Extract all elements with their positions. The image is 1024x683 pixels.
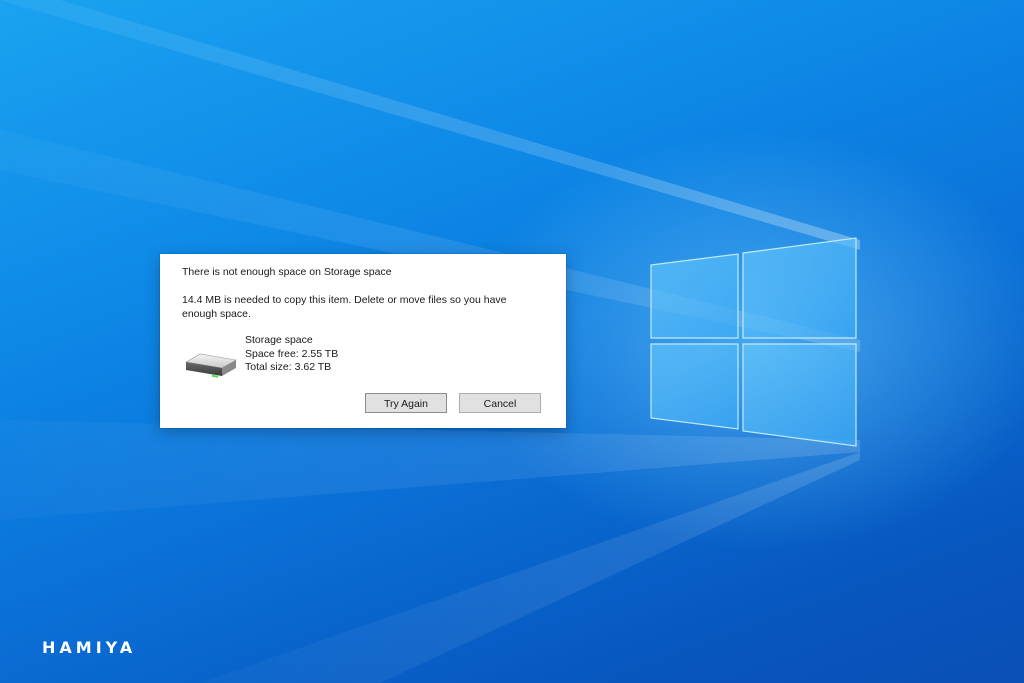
drive-info: Storage space Space free: 2.55 TB Total … xyxy=(245,334,338,375)
drive-name: Storage space xyxy=(245,334,313,346)
total-size: Total size: 3.62 TB xyxy=(245,361,332,373)
hamiya-watermark: HAMIYA xyxy=(42,638,137,657)
dialog-message: 14.4 MB is needed to copy this item. Del… xyxy=(182,294,507,320)
space-free: Space free: 2.55 TB xyxy=(245,347,339,360)
dialog-title: There is not enough space on Storage spa… xyxy=(182,266,392,278)
hard-drive-icon xyxy=(185,353,237,378)
try-again-button[interactable]: Try Again xyxy=(365,393,447,413)
not-enough-space-dialog: There is not enough space on Storage spa… xyxy=(160,254,566,428)
cancel-button[interactable]: Cancel xyxy=(459,393,541,413)
